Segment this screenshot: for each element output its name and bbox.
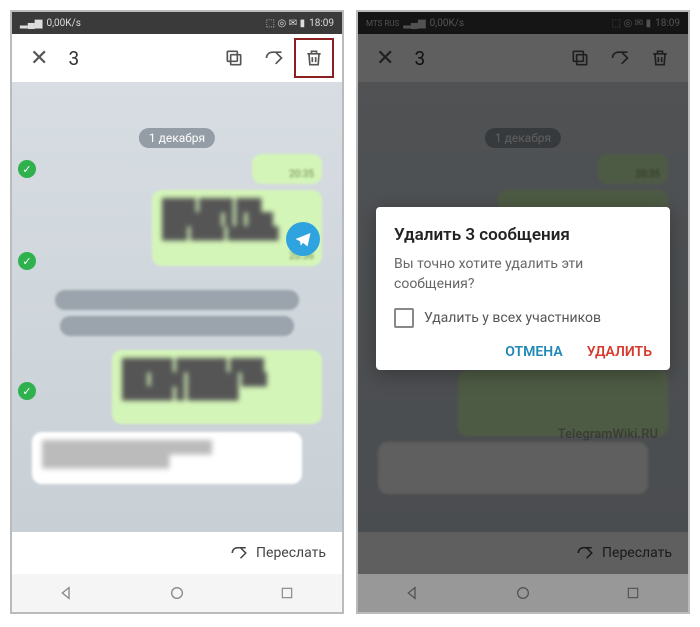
forward-label: Переслать xyxy=(256,545,326,561)
selection-action-bar: ✕ 3 xyxy=(12,34,342,82)
chat-area: 1 декабря ✓ 20:35 ✓ ████ ████ ██████████… xyxy=(12,82,342,532)
status-bar: ▂▄▆ 0,00K/s ⬚ ◎ ✉ ▮ 18:09 xyxy=(12,12,342,34)
delete-for-all-checkbox[interactable]: Удалить у всех участников xyxy=(394,308,652,328)
message-bubble-out[interactable]: 20:35 xyxy=(252,154,322,184)
message-bubble-out[interactable]: ██████ ██████ ███████ ████ ██████ ██████… xyxy=(112,350,322,424)
selection-check-icon[interactable]: ✓ xyxy=(18,160,36,178)
delete-dialog: Удалить 3 сообщения Вы точно хотите удал… xyxy=(376,207,670,370)
copy-button[interactable] xyxy=(214,38,254,78)
forward-bar[interactable]: Переслать xyxy=(12,532,342,574)
dialog-body: Вы точно хотите удалить эти сообщения? xyxy=(394,255,652,294)
nav-recent-button[interactable] xyxy=(278,584,296,602)
checkbox-label: Удалить у всех участников xyxy=(424,310,601,326)
selection-check-icon[interactable]: ✓ xyxy=(18,252,36,270)
phone-right: MTS RUS ▂▄▆ 0,00K/s ⬚ ◎ ✉ ▮ 18:09 ✕ 3 1 … xyxy=(356,10,690,614)
android-nav-bar xyxy=(12,574,342,612)
confirm-delete-button[interactable]: УДАЛИТЬ xyxy=(587,344,652,360)
selection-count: 3 xyxy=(58,47,214,70)
phone-left: ▂▄▆ 0,00K/s ⬚ ◎ ✉ ▮ 18:09 ✕ 3 1 декабря … xyxy=(10,10,344,614)
service-message xyxy=(60,316,294,336)
close-selection-button[interactable]: ✕ xyxy=(20,46,58,71)
checkbox-icon xyxy=(394,308,414,328)
cancel-button[interactable]: ОТМЕНА xyxy=(505,344,562,360)
dialog-title: Удалить 3 сообщения xyxy=(394,225,652,245)
forward-icon xyxy=(230,544,248,562)
nav-back-button[interactable] xyxy=(58,584,76,602)
date-chip: 1 декабря xyxy=(139,128,215,148)
delete-button[interactable] xyxy=(294,38,334,78)
message-bubble-in[interactable]: ███████████████████████████████████ xyxy=(32,432,302,484)
selection-check-icon[interactable]: ✓ xyxy=(18,382,36,400)
telegram-avatar-icon xyxy=(286,222,320,256)
nav-home-button[interactable] xyxy=(168,584,186,602)
service-message xyxy=(55,290,299,310)
forward-button[interactable] xyxy=(254,38,294,78)
